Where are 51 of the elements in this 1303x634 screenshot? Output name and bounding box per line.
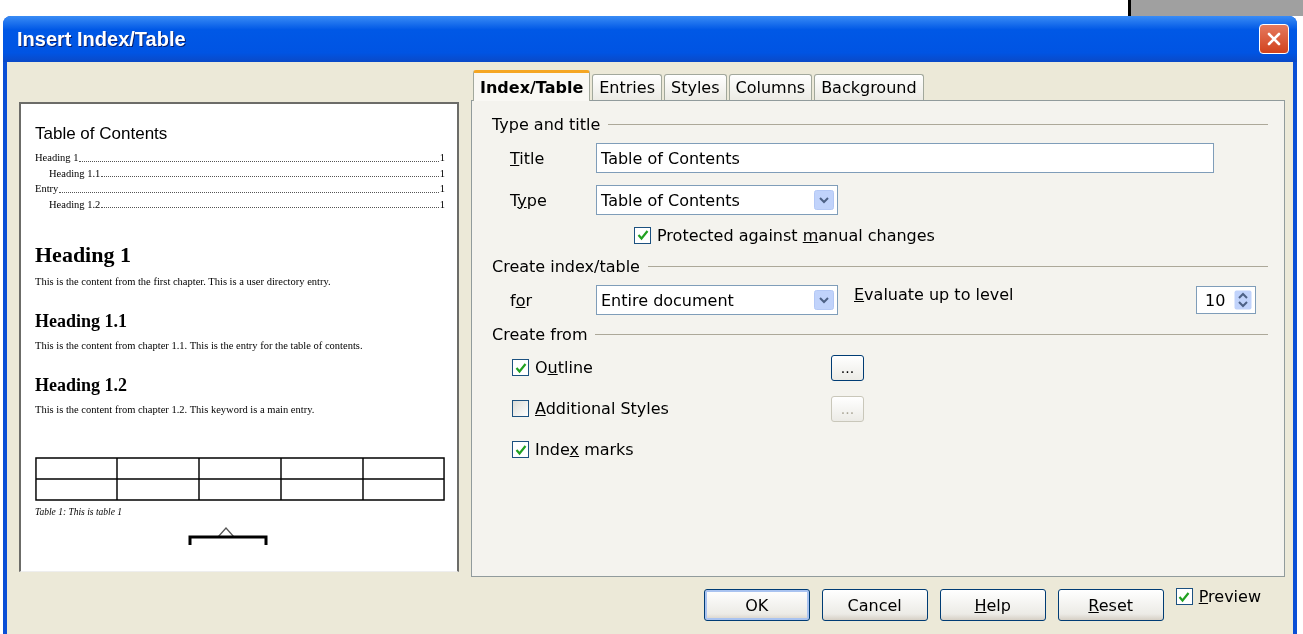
body-text: This is the content from the first chapter. This is a user directory entry. — [35, 276, 332, 287]
dialog-button[interactable]: Help — [939, 589, 1046, 621]
checkbox-label: Preview — [1198, 587, 1261, 606]
checkbox[interactable] — [634, 226, 651, 244]
tab[interactable]: Entries — [592, 74, 662, 100]
tab[interactable]: Index/Table — [473, 70, 591, 101]
field-label: Title — [509, 148, 546, 168]
checkbox-label: Index marks — [535, 440, 635, 459]
field-label: for — [509, 290, 533, 310]
checkbox-label: Additional Styles — [535, 399, 670, 418]
checkbox[interactable] — [512, 359, 529, 376]
document-heading: Heading 1.2 — [35, 375, 128, 396]
type-dropdown[interactable]: Table of Contents — [596, 185, 838, 215]
tab[interactable]: Columns — [728, 74, 813, 100]
level-spinbox[interactable]: 10 — [1196, 286, 1256, 314]
spin-arrows-icon — [1234, 290, 1252, 310]
title-field[interactable]: Table of Contents — [596, 143, 1214, 173]
checkbox[interactable] — [512, 400, 529, 417]
close-button[interactable] — [1259, 24, 1289, 54]
group-heading: Create index/table — [492, 256, 640, 276]
page-number: 1 — [439, 197, 445, 212]
dialog-button[interactable]: Reset — [1057, 589, 1164, 621]
checkbox-label: Protected against manual changes — [657, 225, 935, 245]
page-number: 1 — [439, 182, 445, 196]
toc-title: Table of Contents — [35, 124, 169, 144]
field-label: Type — [509, 190, 548, 210]
group-heading: Type and title — [492, 114, 601, 134]
toc-entry: Entry — [35, 182, 59, 196]
group-heading: Create from — [492, 324, 588, 344]
toc-entry: Heading 1.1 — [49, 166, 101, 181]
page-number: 1 — [439, 166, 445, 181]
table-caption: Table 1: This is table 1 — [35, 507, 123, 517]
window-title: Insert Index/Table — [17, 27, 186, 51]
page-number: 1 — [439, 151, 445, 165]
body-text: This is the content from chapter 1.2. This keyword is a main entry. — [35, 404, 316, 415]
tab[interactable]: Styles — [664, 74, 727, 100]
browse-button[interactable]: ... — [831, 354, 864, 381]
document-heading: Heading 1 — [35, 242, 132, 268]
field-label: Evaluate up to level — [854, 284, 1015, 304]
toc-entry: Heading 1.2 — [49, 197, 101, 212]
document-heading: Heading 1.1 — [35, 311, 128, 332]
scope-dropdown[interactable]: Entire document — [596, 285, 838, 315]
dialog-button[interactable]: OK — [703, 589, 810, 621]
close-icon — [1266, 31, 1282, 47]
toc-entry: Heading 1 — [35, 151, 79, 165]
checkbox[interactable] — [1175, 588, 1193, 605]
body-text: This is the content from chapter 1.1. This is the entry for the table of contents. — [35, 340, 364, 351]
dialog-button[interactable]: Cancel — [821, 589, 928, 621]
checkbox[interactable] — [512, 441, 529, 458]
tab[interactable]: Background — [814, 74, 924, 100]
checkbox-label: Outline — [535, 358, 594, 377]
